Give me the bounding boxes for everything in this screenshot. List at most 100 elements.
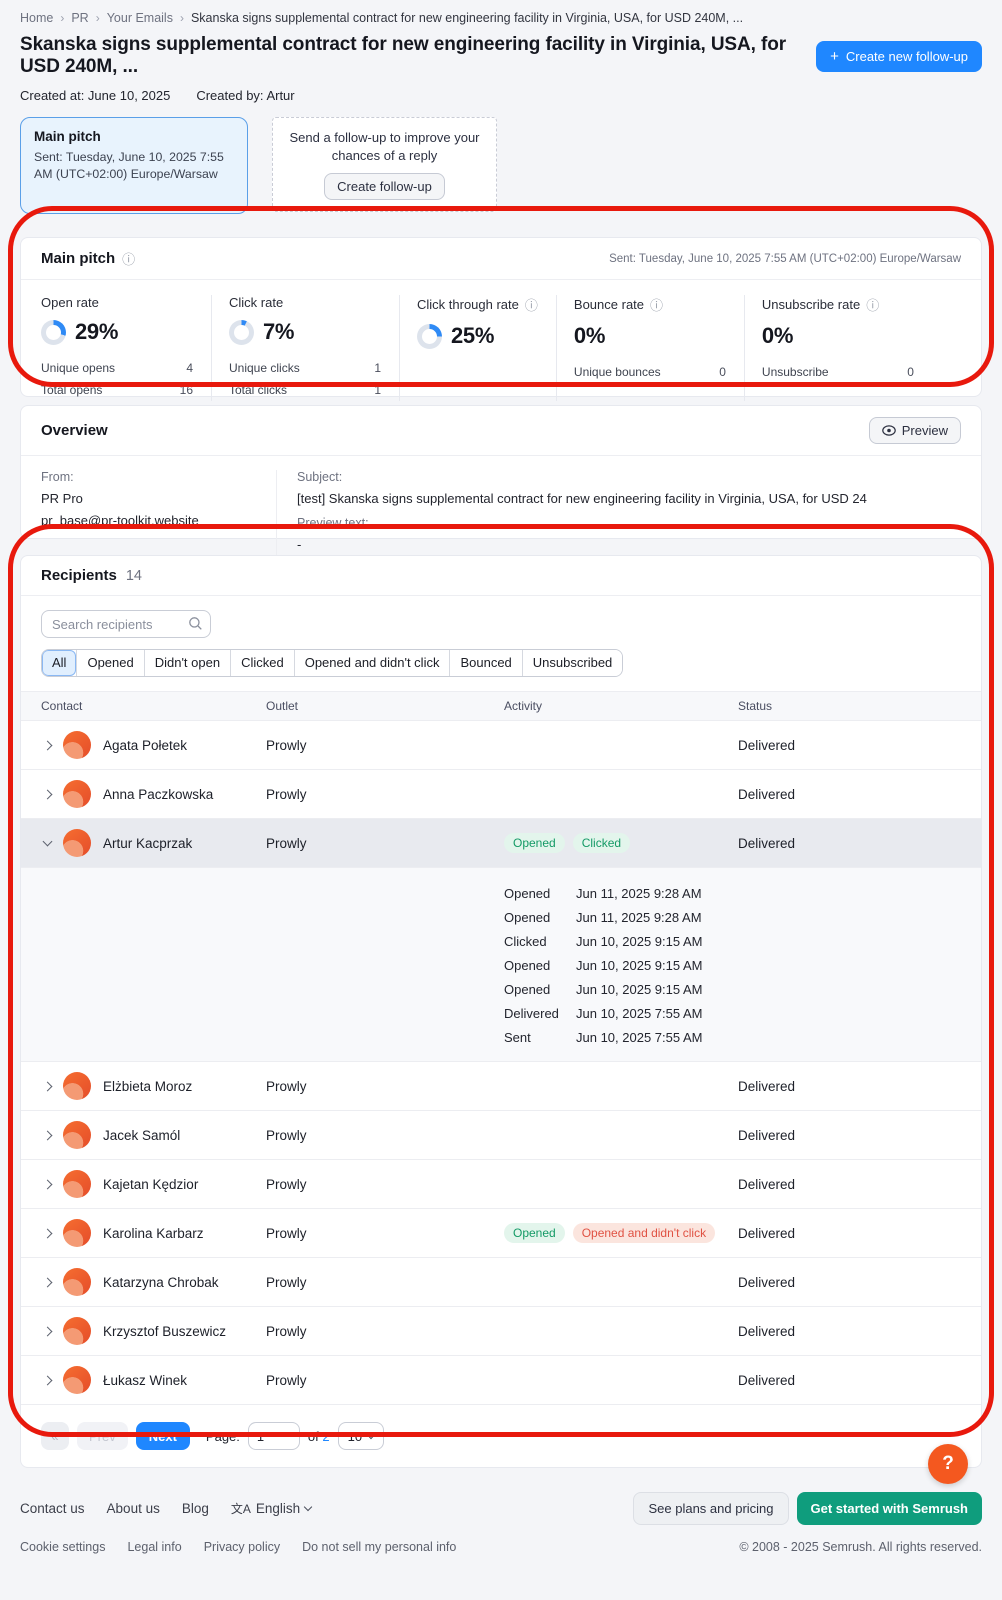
status: Delivered bbox=[738, 1226, 961, 1241]
eye-icon bbox=[882, 425, 896, 436]
info-icon[interactable]: ⓘ bbox=[650, 295, 663, 314]
status: Delivered bbox=[738, 836, 961, 851]
pagination: « Prev Next Page: of 2 10 bbox=[21, 1405, 981, 1467]
main-pitch-stats-panel: Main pitch ⓘ Sent: Tuesday, June 10, 202… bbox=[20, 237, 982, 397]
chevron-right-icon[interactable] bbox=[43, 1228, 53, 1238]
chevron-right-icon[interactable] bbox=[43, 740, 53, 750]
filter-opened-didnt-click[interactable]: Opened and didn't click bbox=[294, 650, 450, 676]
page-number-input[interactable] bbox=[248, 1422, 300, 1450]
chevron-right-icon[interactable] bbox=[43, 1326, 53, 1336]
search-recipients-input[interactable] bbox=[41, 610, 211, 638]
filter-bounced[interactable]: Bounced bbox=[449, 650, 521, 676]
footer-link-contact-us[interactable]: Contact us bbox=[20, 1501, 85, 1516]
metric-bounce-rate: Bounce rate ⓘ 0% Unique bounces0 bbox=[556, 295, 744, 401]
table-row[interactable]: Łukasz Winek Prowly Delivered bbox=[21, 1356, 981, 1405]
status: Delivered bbox=[738, 1275, 961, 1290]
filter-unsubscribed[interactable]: Unsubscribed bbox=[522, 650, 623, 676]
table-row[interactable]: Elżbieta Moroz Prowly Delivered bbox=[21, 1062, 981, 1111]
detail-label: Unsubscribe bbox=[762, 361, 829, 383]
breadcrumb-separator-icon: › bbox=[60, 11, 64, 25]
breadcrumb-home[interactable]: Home bbox=[20, 11, 53, 25]
next-page-button[interactable]: Next bbox=[136, 1422, 190, 1450]
recipients-title: Recipients 14 bbox=[41, 567, 142, 584]
info-icon[interactable]: ⓘ bbox=[122, 249, 135, 268]
language-icon: 文A bbox=[231, 1500, 251, 1517]
footer-link-about-us[interactable]: About us bbox=[107, 1501, 160, 1516]
table-row-expanded[interactable]: Artur Kacprzak Prowly Opened Clicked Del… bbox=[21, 819, 981, 868]
detail-label: Total opens bbox=[41, 379, 102, 401]
info-icon[interactable]: ⓘ bbox=[525, 295, 538, 314]
main-pitch-card[interactable]: Main pitch Sent: Tuesday, June 10, 2025 … bbox=[20, 117, 248, 214]
total-pages-link[interactable]: 2 bbox=[322, 1429, 329, 1444]
detail-label: Unique bounces bbox=[574, 361, 661, 383]
footer-link-blog[interactable]: Blog bbox=[182, 1501, 209, 1516]
filter-opened[interactable]: Opened bbox=[76, 650, 143, 676]
create-new-follow-up-button[interactable]: + Create new follow-up bbox=[816, 41, 982, 72]
column-status: Status bbox=[738, 699, 961, 713]
outlet: Prowly bbox=[266, 787, 504, 802]
meta-row: Created at: June 10, 2025 Created by: Ar… bbox=[0, 78, 1002, 103]
metric-value: 29% bbox=[75, 319, 118, 345]
chevron-right-icon[interactable] bbox=[43, 1081, 53, 1091]
copyright-text: © 2008 - 2025 Semrush. All rights reserv… bbox=[739, 1540, 982, 1554]
filter-all[interactable]: All bbox=[42, 650, 76, 676]
chevron-right-icon[interactable] bbox=[43, 789, 53, 799]
follow-up-card: Send a follow-up to improve your chances… bbox=[272, 117, 497, 212]
footer-link-privacy-policy[interactable]: Privacy policy bbox=[204, 1540, 280, 1554]
first-page-button[interactable]: « bbox=[41, 1422, 69, 1450]
contact-name: Krzysztof Buszewicz bbox=[103, 1324, 226, 1339]
table-row[interactable]: Krzysztof Buszewicz Prowly Delivered bbox=[21, 1307, 981, 1356]
info-icon[interactable]: ⓘ bbox=[866, 295, 879, 314]
activity-time: Jun 11, 2025 9:28 AM bbox=[576, 910, 702, 925]
help-button[interactable]: ? bbox=[928, 1444, 968, 1484]
table-row[interactable]: Anna Paczkowska Prowly Delivered bbox=[21, 770, 981, 819]
footer-link-do-not-sell[interactable]: Do not sell my personal info bbox=[302, 1540, 456, 1554]
prev-page-button[interactable]: Prev bbox=[77, 1422, 128, 1450]
table-row[interactable]: Agata Połetek Prowly Delivered bbox=[21, 721, 981, 770]
metric-label: Click rate bbox=[229, 295, 381, 310]
table-row[interactable]: Karolina Karbarz Prowly Opened Opened an… bbox=[21, 1209, 981, 1258]
see-plans-button[interactable]: See plans and pricing bbox=[633, 1492, 788, 1525]
chevron-right-icon[interactable] bbox=[43, 1375, 53, 1385]
avatar bbox=[63, 829, 91, 857]
chevron-right-icon[interactable] bbox=[43, 1277, 53, 1287]
activity-event: Opened bbox=[504, 886, 576, 901]
filter-clicked[interactable]: Clicked bbox=[230, 650, 294, 676]
status-badge: Clicked bbox=[573, 833, 630, 853]
recipients-toolbar: All Opened Didn't open Clicked Opened an… bbox=[21, 596, 981, 677]
metric-click-through-rate: Click through rate ⓘ 25% bbox=[399, 295, 556, 401]
per-page-select[interactable]: 10 bbox=[338, 1422, 384, 1450]
filter-didnt-open[interactable]: Didn't open bbox=[144, 650, 230, 676]
chevron-right-icon[interactable] bbox=[43, 1130, 53, 1140]
recipients-panel-header: Recipients 14 bbox=[21, 556, 981, 596]
breadcrumb-separator-icon: › bbox=[96, 11, 100, 25]
get-started-button[interactable]: Get started with Semrush bbox=[797, 1492, 982, 1525]
table-row[interactable]: Kajetan Kędzior Prowly Delivered bbox=[21, 1160, 981, 1209]
breadcrumb-your-emails[interactable]: Your Emails bbox=[107, 11, 173, 25]
main-pitch-card-sent: Sent: Tuesday, June 10, 2025 7:55 AM (UT… bbox=[34, 149, 234, 184]
breadcrumb: Home › PR › Your Emails › Skanska signs … bbox=[0, 0, 1002, 25]
breadcrumb-current: Skanska signs supplemental contract for … bbox=[191, 11, 743, 25]
footer-link-legal-info[interactable]: Legal info bbox=[127, 1540, 181, 1554]
breadcrumb-pr[interactable]: PR bbox=[71, 11, 88, 25]
column-outlet: Outlet bbox=[266, 699, 504, 713]
contact-name: Elżbieta Moroz bbox=[103, 1079, 192, 1094]
preview-button[interactable]: Preview bbox=[869, 417, 961, 444]
overview-panel-header: Overview Preview bbox=[21, 406, 981, 456]
chevron-right-icon[interactable] bbox=[43, 1179, 53, 1189]
language-selector[interactable]: 文A English bbox=[231, 1500, 311, 1517]
activity-time: Jun 10, 2025 9:15 AM bbox=[576, 934, 702, 949]
preview-label: Preview bbox=[902, 423, 948, 438]
table-row[interactable]: Jacek Samól Prowly Delivered bbox=[21, 1111, 981, 1160]
activity-event: Opened bbox=[504, 982, 576, 997]
status: Delivered bbox=[738, 738, 961, 753]
avatar bbox=[63, 1366, 91, 1394]
footer-link-cookie-settings[interactable]: Cookie settings bbox=[20, 1540, 105, 1554]
activity-time: Jun 10, 2025 9:15 AM bbox=[576, 982, 702, 997]
chevron-down-icon[interactable] bbox=[43, 837, 53, 847]
table-row[interactable]: Katarzyna Chrobak Prowly Delivered bbox=[21, 1258, 981, 1307]
activity-event: Delivered bbox=[504, 1006, 576, 1021]
activity-time: Jun 11, 2025 9:28 AM bbox=[576, 886, 702, 901]
contact-name: Agata Połetek bbox=[103, 738, 187, 753]
create-follow-up-button[interactable]: Create follow-up bbox=[324, 173, 445, 200]
